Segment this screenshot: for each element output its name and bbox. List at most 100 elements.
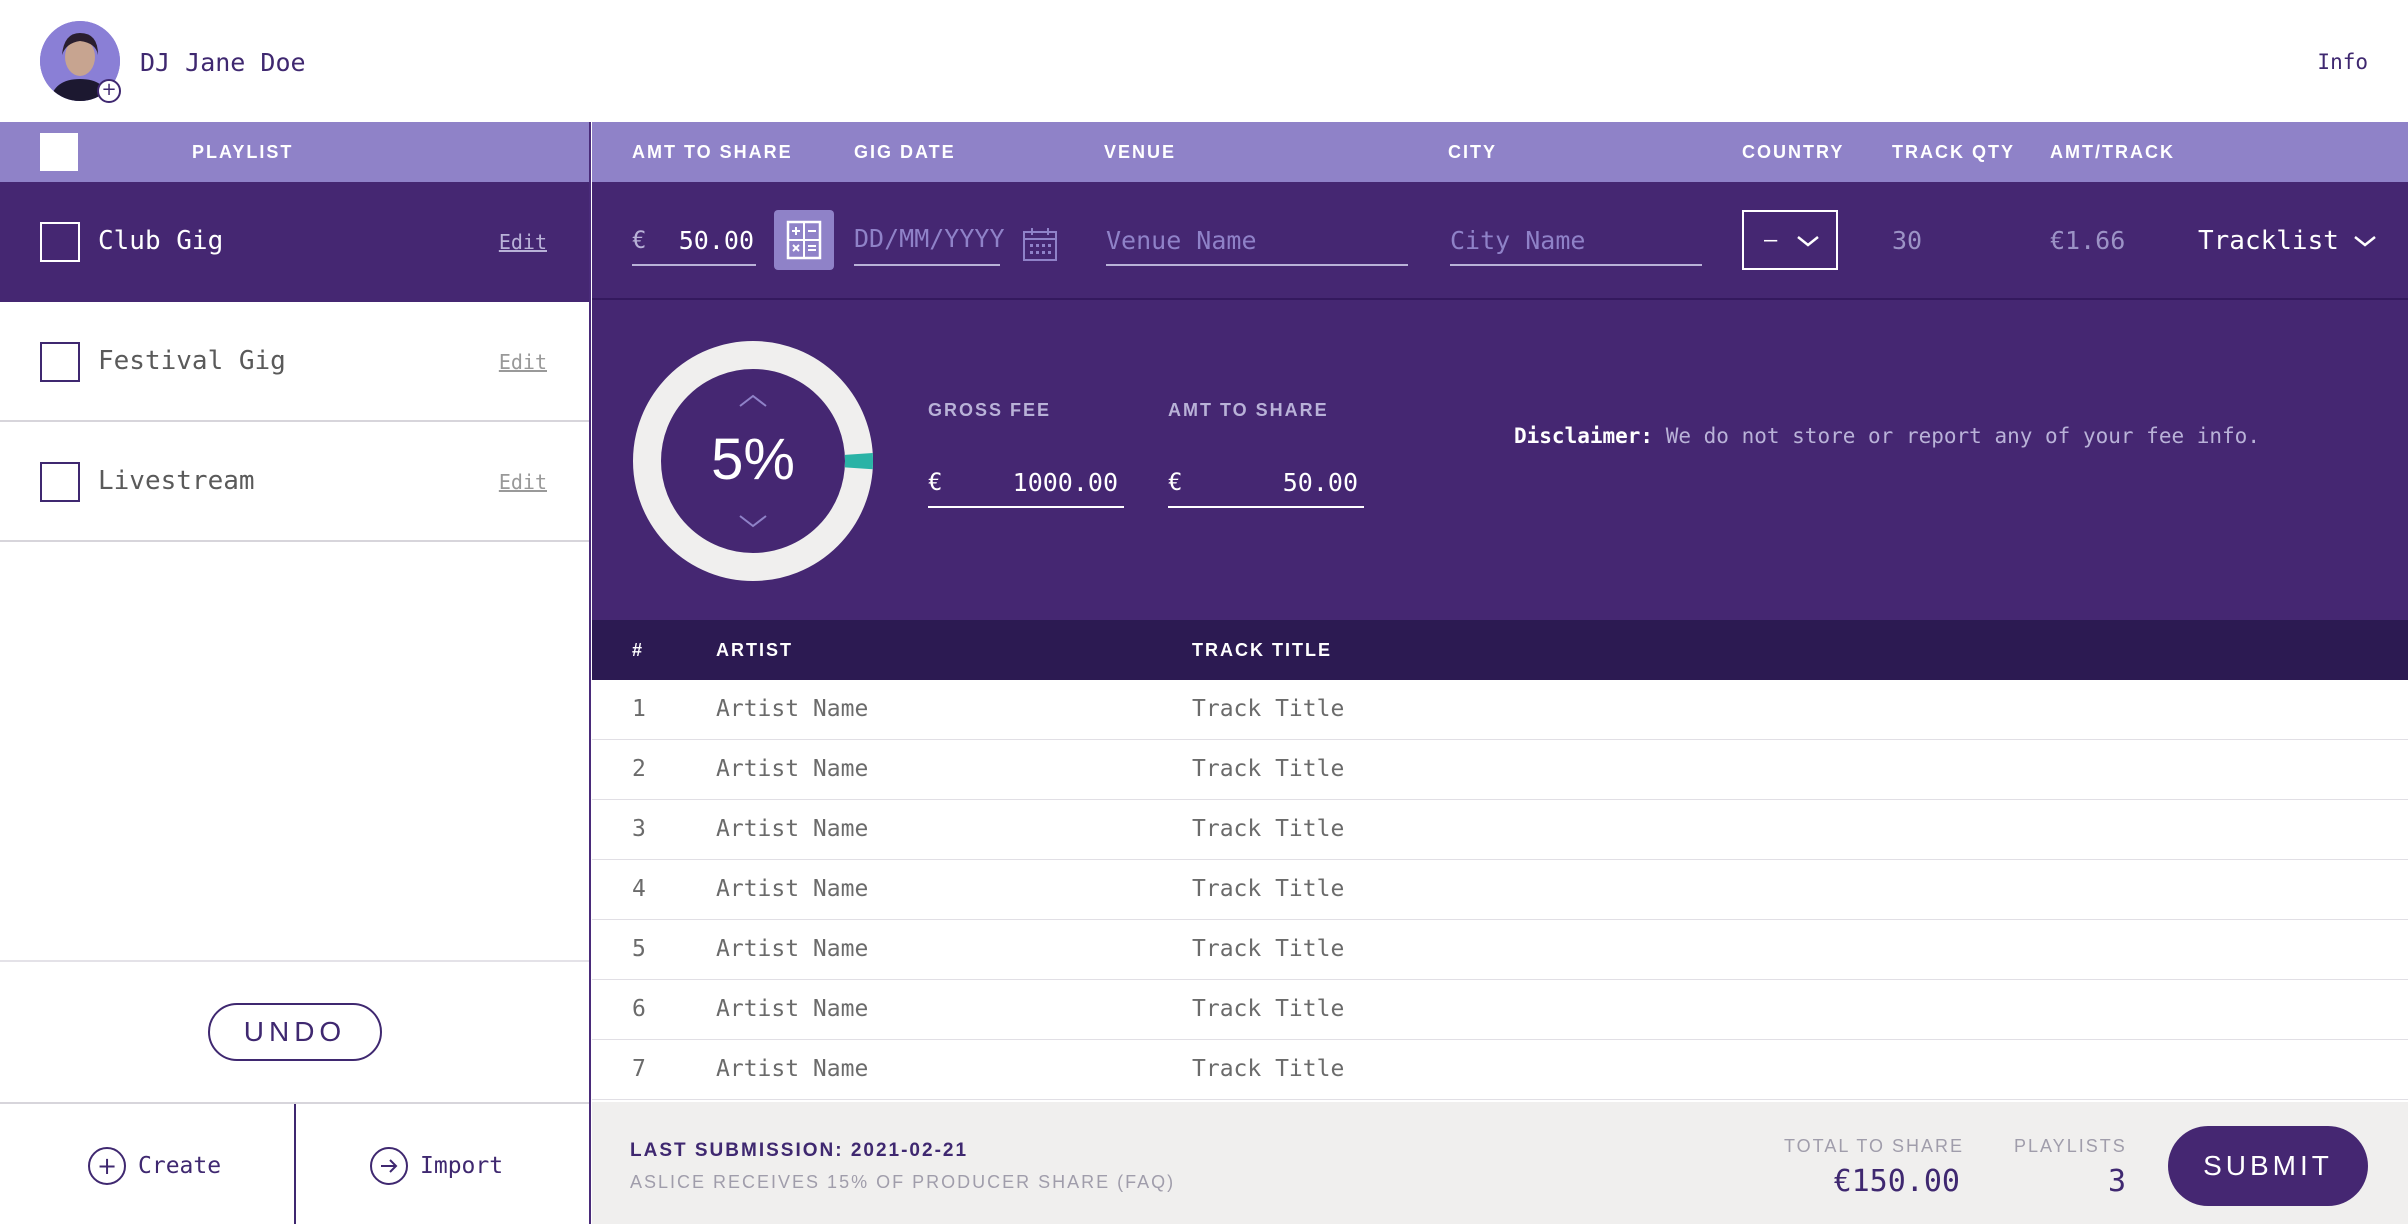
table-row[interactable]: 2 Artist Name Track Title <box>592 740 2408 800</box>
select-all-checkbox[interactable] <box>40 133 78 171</box>
gross-fee-input[interactable]: 1000.00 <box>964 468 1118 497</box>
playlist-item[interactable]: Club Gig Edit <box>0 182 589 302</box>
table-row[interactable]: 4 Artist Name Track Title <box>592 860 2408 920</box>
calculator-icon <box>786 220 822 260</box>
disclaimer-text: We do not store or report any of your fe… <box>1665 424 2260 448</box>
track-title: Track Title <box>1192 876 1345 902</box>
track-artist: Artist Name <box>716 996 869 1022</box>
calculator-button[interactable] <box>774 210 834 270</box>
footer-divider <box>294 1104 296 1224</box>
gross-fee-currency: € <box>928 468 943 496</box>
add-photo-icon[interactable]: + <box>97 79 121 103</box>
chevron-down-icon <box>1797 236 1819 247</box>
playlist-sidebar: PLAYLIST Club Gig Edit Festival Gig Edit… <box>0 122 591 1224</box>
amt-to-share-currency: € <box>1168 468 1183 496</box>
gig-details-pane: AMT TO SHARE GIG DATE VENUE CITY COUNTRY… <box>592 122 2408 1224</box>
playlist-item[interactable]: Festival Gig Edit <box>0 302 589 422</box>
city-input[interactable]: City Name <box>1450 226 1585 255</box>
amt-to-share-underline <box>1168 506 1364 508</box>
playlist-name: Livestream <box>98 466 255 496</box>
playlist-edit-link[interactable]: Edit <box>499 470 547 494</box>
tracklist-toggle[interactable]: Tracklist <box>2198 226 2377 256</box>
country-value: – <box>1764 228 1778 253</box>
track-number: 6 <box>632 996 646 1022</box>
playlist-edit-link[interactable]: Edit <box>499 350 547 374</box>
amt-to-share-label: AMT TO SHARE <box>1168 400 1329 420</box>
last-submission: LAST SUBMISSION: 2021-02-21 <box>630 1140 969 1161</box>
table-row[interactable]: 1 Artist Name Track Title <box>592 680 2408 740</box>
gig-column-header: AMT TO SHARE GIG DATE VENUE CITY COUNTRY… <box>592 122 2408 182</box>
track-artist: Artist Name <box>716 696 869 722</box>
playlist-name: Club Gig <box>98 226 224 256</box>
create-label: Create <box>138 1153 222 1179</box>
submit-button[interactable]: SUBMIT <box>2168 1126 2368 1206</box>
track-number: 7 <box>632 1056 646 1082</box>
city-input-underline <box>1450 264 1702 266</box>
gig-row: € 50.00 DD/MM/YYYY Venue Name City Name … <box>592 182 2408 300</box>
track-artist: Artist Name <box>716 936 869 962</box>
increase-percent-icon[interactable] <box>739 394 767 407</box>
venue-input[interactable]: Venue Name <box>1106 226 1257 255</box>
track-title: Track Title <box>1192 816 1345 842</box>
track-qty-value: 30 <box>1892 226 1923 255</box>
fee-panel: 5% GROSS FEE € 1000.00 AMT TO SHARE € 50… <box>592 300 2408 620</box>
playlists-count-value: 3 <box>2107 1164 2126 1199</box>
table-row[interactable]: 6 Artist Name Track Title <box>592 980 2408 1040</box>
playlist-checkbox[interactable] <box>40 222 80 262</box>
table-row[interactable]: 5 Artist Name Track Title <box>592 920 2408 980</box>
disclaimer: Disclaimer: We do not store or report an… <box>1514 424 2260 448</box>
col-number: # <box>632 640 645 660</box>
playlist-header: PLAYLIST <box>0 122 589 182</box>
sidebar-footer: + Create Import <box>0 1102 589 1224</box>
gig-date-input[interactable]: DD/MM/YYYY <box>854 224 1005 253</box>
undo-button[interactable]: UNDO <box>208 1003 382 1061</box>
user-name: DJ Jane Doe <box>140 48 306 77</box>
track-title: Track Title <box>1192 1056 1345 1082</box>
track-artist: Artist Name <box>716 1056 869 1082</box>
import-label: Import <box>420 1153 504 1179</box>
arrow-right-circle-icon <box>370 1147 408 1185</box>
playlist-header-label: PLAYLIST <box>192 142 294 162</box>
amt-per-track-value: €1.66 <box>2050 226 2126 255</box>
total-to-share-label: TOTAL TO SHARE <box>1784 1136 1965 1156</box>
amt-to-share-field[interactable]: 50.00 <box>1204 468 1358 497</box>
undo-divider <box>0 960 589 962</box>
total-to-share-value: €150.00 <box>1833 1164 1960 1199</box>
share-percent-label: 5% <box>711 427 795 492</box>
plus-circle-icon: + <box>88 1147 126 1185</box>
playlist-edit-link[interactable]: Edit <box>499 230 547 254</box>
date-input-underline <box>854 264 1000 266</box>
col-venue: VENUE <box>1104 142 1177 162</box>
info-link[interactable]: Info <box>2317 50 2368 74</box>
playlist-item[interactable]: Livestream Edit <box>0 422 589 542</box>
table-row[interactable]: 7 Artist Name Track Title <box>592 1040 2408 1100</box>
track-title: Track Title <box>1192 936 1345 962</box>
country-select[interactable]: – <box>1742 210 1838 270</box>
venue-input-underline <box>1106 264 1408 266</box>
amt-to-share-input[interactable]: 50.00 <box>662 226 754 255</box>
aslice-faq-link[interactable]: ASLICE RECEIVES 15% OF PRODUCER SHARE (F… <box>630 1172 1175 1193</box>
table-row[interactable]: 3 Artist Name Track Title <box>592 800 2408 860</box>
track-title: Track Title <box>1192 756 1345 782</box>
import-button[interactable]: Import <box>370 1146 503 1186</box>
tracklist-label: Tracklist <box>2198 226 2339 256</box>
track-title: Track Title <box>1192 996 1345 1022</box>
currency-symbol: € <box>632 226 647 254</box>
playlist-name: Festival Gig <box>98 346 286 376</box>
calendar-icon[interactable] <box>1022 226 1058 266</box>
col-amt-to-share: AMT TO SHARE <box>632 142 793 162</box>
playlists-count-label: PLAYLISTS <box>2014 1136 2127 1156</box>
gross-fee-underline <box>928 506 1124 508</box>
decrease-percent-icon[interactable] <box>739 515 767 528</box>
col-gig-date: GIG DATE <box>854 142 956 162</box>
track-title: Track Title <box>1192 696 1345 722</box>
col-track-title: TRACK TITLE <box>1192 640 1332 660</box>
track-artist: Artist Name <box>716 756 869 782</box>
create-button[interactable]: + Create <box>88 1146 221 1186</box>
playlist-checkbox[interactable] <box>40 342 80 382</box>
gross-fee-label: GROSS FEE <box>928 400 1052 420</box>
col-city: CITY <box>1448 142 1498 162</box>
playlist-checkbox[interactable] <box>40 462 80 502</box>
share-percent-dial[interactable]: 5% <box>632 340 874 582</box>
tracklist: 1 Artist Name Track Title 2 Artist Name … <box>592 680 2408 1102</box>
